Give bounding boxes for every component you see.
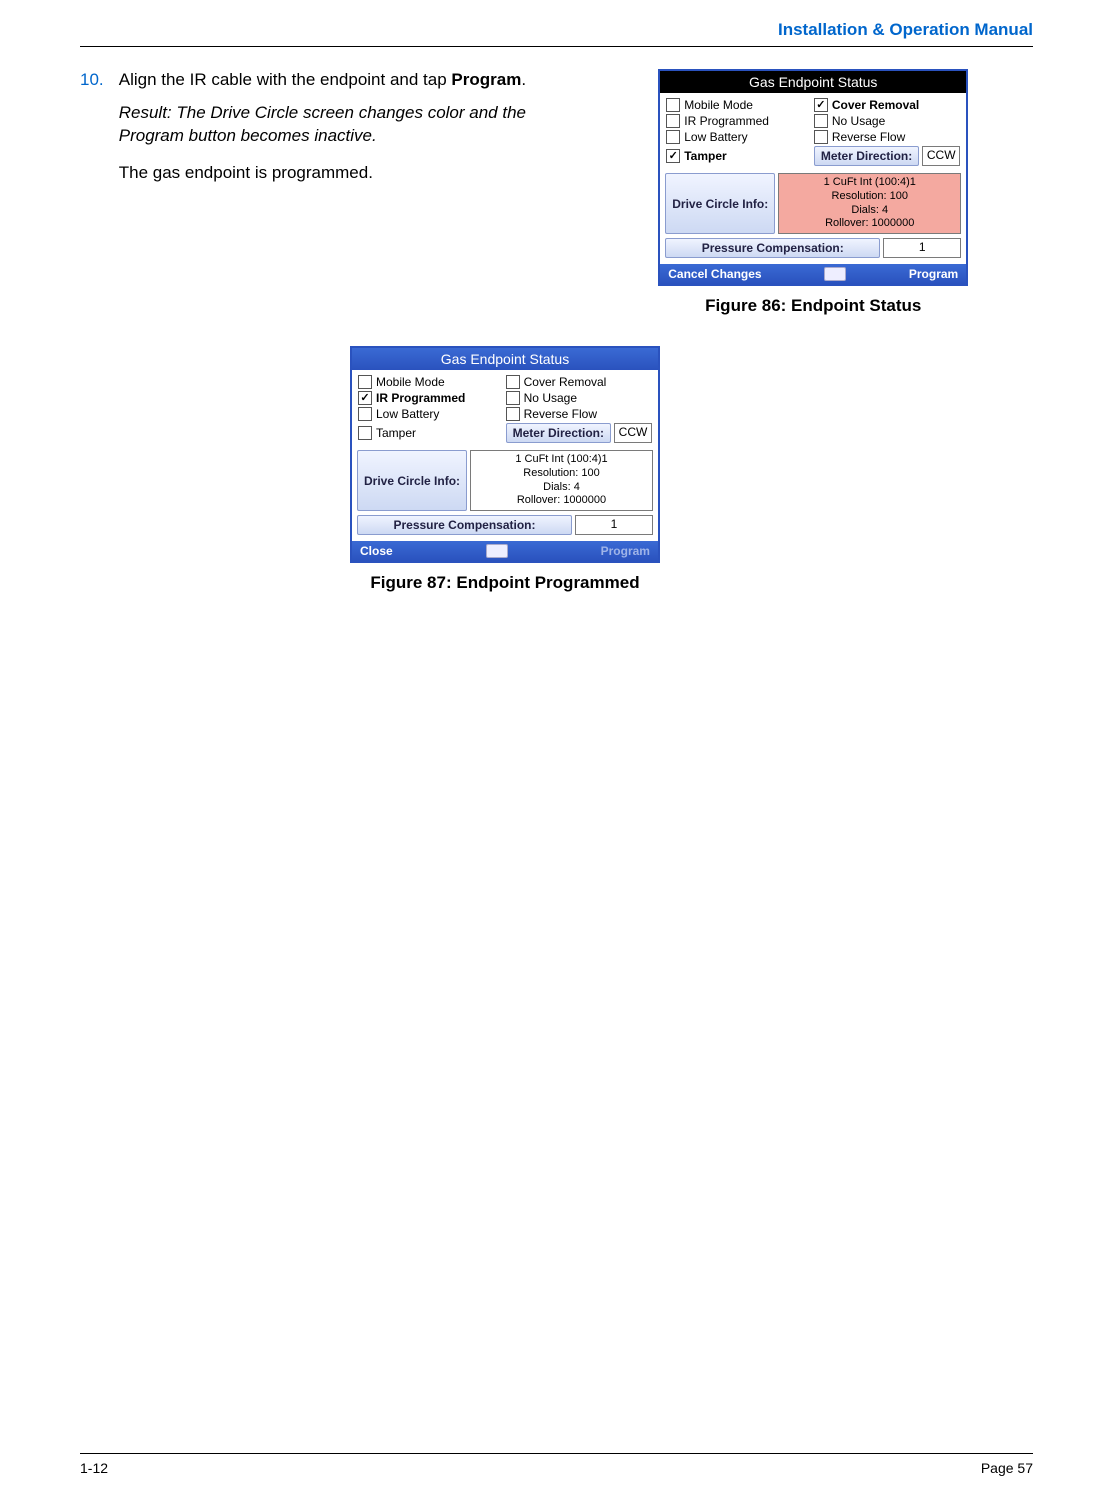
pressure-comp-value[interactable]: 1 [575, 515, 653, 535]
step-conclusion: The gas endpoint is programmed. [119, 162, 562, 185]
footer-right: Page 57 [981, 1460, 1033, 1476]
meter-direction-value[interactable]: CCW [922, 146, 960, 166]
meter-direction-value[interactable]: CCW [614, 423, 652, 443]
checkbox-icon [666, 114, 680, 128]
checkbox-icon [506, 407, 520, 421]
keyboard-icon[interactable] [486, 544, 508, 558]
cb-reverse-flow[interactable]: Reverse Flow [506, 407, 652, 421]
step-program-word: Program [451, 70, 521, 89]
checkbox-icon [814, 130, 828, 144]
pressure-comp-button[interactable]: Pressure Compensation: [665, 238, 880, 258]
footer-left: 1-12 [80, 1460, 108, 1476]
checkbox-icon [506, 375, 520, 389]
checkbox-icon [666, 130, 680, 144]
footer-rule [80, 1453, 1033, 1454]
cb-low-battery[interactable]: Low Battery [358, 407, 500, 421]
close-button[interactable]: Close [360, 544, 393, 558]
keyboard-icon[interactable] [824, 267, 846, 281]
checkbox-icon [358, 407, 372, 421]
checkbox-icon [666, 98, 680, 112]
program-button-disabled: Program [601, 544, 650, 558]
checkbox-icon [358, 391, 372, 405]
cb-mobile-mode[interactable]: Mobile Mode [358, 375, 500, 389]
figure86-caption: Figure 86: Endpoint Status [593, 296, 1033, 316]
drive-circle-button[interactable]: Drive Circle Info: [665, 173, 775, 234]
cb-mobile-mode[interactable]: Mobile Mode [666, 98, 808, 112]
step-text-column: 10. Align the IR cable with the endpoint… [80, 69, 563, 316]
step-text-a: Align the IR cable with the endpoint and… [119, 70, 452, 89]
cb-reverse-flow[interactable]: Reverse Flow [814, 130, 960, 144]
cb-cover-removal[interactable]: Cover Removal [506, 375, 652, 389]
header-title: Installation & Operation Manual [80, 20, 1033, 46]
pressure-comp-button[interactable]: Pressure Compensation: [357, 515, 572, 535]
checkbox-icon [506, 391, 520, 405]
meter-direction-button[interactable]: Meter Direction: [814, 146, 919, 166]
drive-circle-button[interactable]: Drive Circle Info: [357, 450, 467, 511]
app-title: Gas Endpoint Status [660, 71, 966, 93]
cb-ir-programmed[interactable]: IR Programmed [358, 391, 500, 405]
meter-direction-button[interactable]: Meter Direction: [506, 423, 611, 443]
cb-cover-removal[interactable]: Cover Removal [814, 98, 960, 112]
cancel-changes-button[interactable]: Cancel Changes [668, 267, 761, 281]
step-text-c: . [521, 70, 526, 89]
cb-ir-programmed[interactable]: IR Programmed [666, 114, 808, 128]
checkbox-icon [666, 149, 680, 163]
figure87-caption: Figure 87: Endpoint Programmed [280, 573, 730, 593]
pressure-comp-value[interactable]: 1 [883, 238, 961, 258]
checkbox-icon [814, 114, 828, 128]
cb-no-usage[interactable]: No Usage [506, 391, 652, 405]
drive-circle-info: 1 CuFt Int (100:4)1 Resolution: 100 Dial… [470, 450, 653, 511]
header-rule [80, 46, 1033, 47]
app-title: Gas Endpoint Status [352, 348, 658, 370]
checkbox-icon [814, 98, 828, 112]
drive-circle-info: 1 CuFt Int (100:4)1 Resolution: 100 Dial… [778, 173, 961, 234]
cb-tamper[interactable]: Tamper [666, 146, 808, 166]
figure86-app: Gas Endpoint Status Mobile Mode Cover Re… [658, 69, 968, 286]
step-number: 10. [80, 69, 114, 92]
checkbox-icon [358, 375, 372, 389]
cb-low-battery[interactable]: Low Battery [666, 130, 808, 144]
cb-no-usage[interactable]: No Usage [814, 114, 960, 128]
cb-tamper[interactable]: Tamper [358, 423, 500, 443]
figure87-app: Gas Endpoint Status Mobile Mode Cover Re… [350, 346, 660, 563]
page-footer: 1-12 Page 57 [80, 1445, 1033, 1476]
step-result: Result: The Drive Circle screen changes … [119, 102, 562, 148]
program-button[interactable]: Program [909, 267, 958, 281]
checkbox-icon [358, 426, 372, 440]
